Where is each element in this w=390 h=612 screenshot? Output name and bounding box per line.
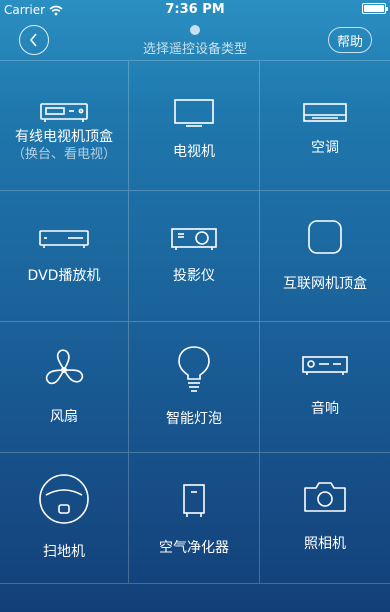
light-bulb-icon: [178, 346, 210, 392]
status-bar: Carrier 7:36 PM: [0, 0, 390, 20]
battery-fill: [364, 5, 384, 12]
help-button[interactable]: 帮助: [328, 27, 372, 53]
device-light-bulb[interactable]: 智能灯泡: [129, 322, 260, 453]
air-conditioner-icon: [303, 103, 347, 122]
device-dvd-player[interactable]: DVD播放机: [0, 191, 129, 322]
status-right: [362, 3, 388, 14]
device-projector[interactable]: 投影仪: [129, 191, 260, 322]
device-camera[interactable]: 照相机: [260, 453, 390, 584]
device-label: 风扇: [50, 409, 78, 425]
device-label: 扫地机: [43, 544, 85, 560]
battery-icon: [362, 3, 388, 14]
fan-icon: [45, 349, 84, 385]
device-label: 有线电视机顶盒: [15, 129, 113, 145]
nav-bar: 选择遥控设备类型 帮助: [0, 20, 390, 60]
device-label: 空气净化器: [159, 540, 229, 556]
device-label: 照相机: [304, 536, 346, 552]
device-air-purifier[interactable]: 空气净化器: [129, 453, 260, 584]
device-label: DVD播放机: [27, 268, 101, 284]
robot-vacuum-icon: [39, 474, 89, 524]
device-sublabel: （换台、看电视）: [11, 147, 116, 162]
device-label: 电视机: [173, 144, 215, 160]
device-internet-box[interactable]: 互联网机顶盒: [260, 191, 390, 322]
dvd-player-icon: [39, 230, 89, 248]
status-time: 7:36 PM: [165, 2, 225, 17]
device-label: 智能灯泡: [166, 411, 222, 427]
device-tv[interactable]: 电视机: [129, 61, 260, 191]
device-label: 音响: [311, 401, 339, 417]
device-speaker[interactable]: 音响: [260, 322, 390, 453]
device-robot-vacuum[interactable]: 扫地机: [0, 453, 129, 584]
device-fan[interactable]: 风扇: [0, 322, 129, 453]
speaker-icon: [302, 356, 348, 375]
device-grid: 有线电视机顶盒 （换台、看电视） 电视机 空调 DVD播放机 投影仪 互联网机顶…: [0, 60, 390, 584]
set-top-box-icon: [40, 103, 88, 122]
internet-box-icon: [308, 220, 342, 254]
device-label: 投影仪: [173, 268, 215, 284]
device-label: 互联网机顶盒: [283, 276, 367, 292]
device-label: 空调: [311, 140, 339, 156]
device-air-conditioner[interactable]: 空调: [260, 61, 390, 191]
air-purifier-icon: [183, 484, 205, 517]
tv-icon: [174, 99, 214, 127]
device-set-top-box[interactable]: 有线电视机顶盒 （换台、看电视）: [0, 61, 129, 191]
projector-icon: [171, 228, 217, 250]
page-indicator-dot: [190, 25, 200, 35]
camera-icon: [304, 482, 346, 512]
